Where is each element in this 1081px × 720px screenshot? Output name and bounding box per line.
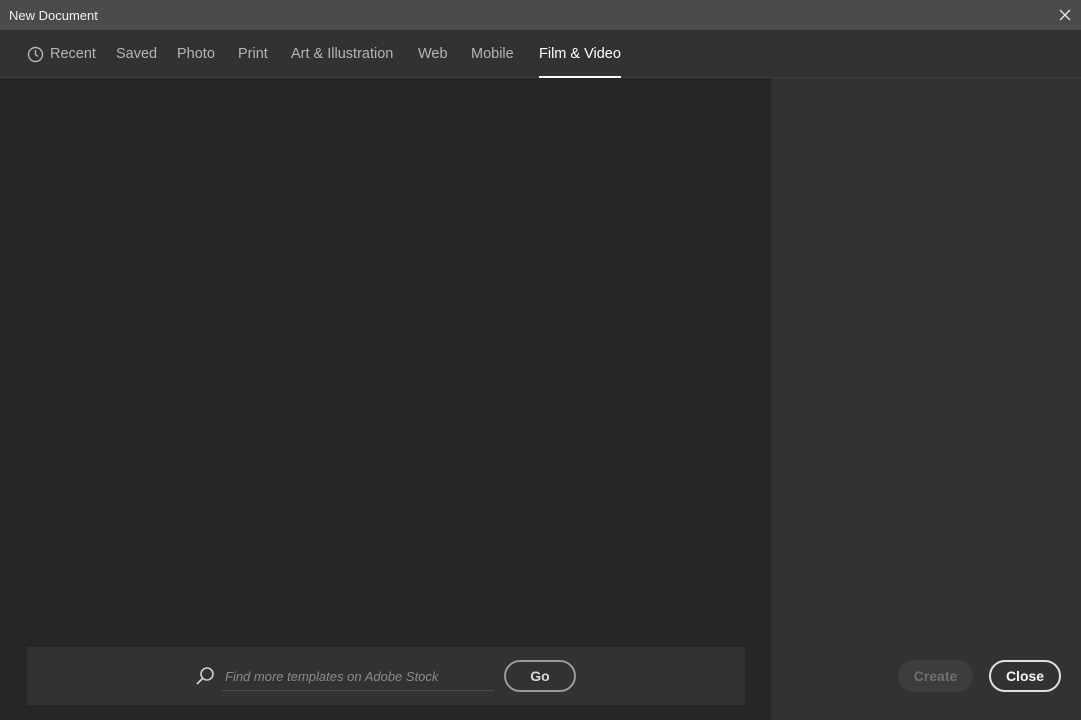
tab-saved[interactable]: Saved xyxy=(116,30,157,78)
go-button[interactable]: Go xyxy=(504,660,576,692)
tab-label: Art & Illustration xyxy=(291,46,394,62)
clock-icon xyxy=(27,46,44,63)
tab-web[interactable]: Web xyxy=(418,30,448,78)
tab-label: Film & Video xyxy=(539,46,621,62)
tab-label: Recent xyxy=(50,46,96,62)
title-bar: New Document xyxy=(0,0,1081,30)
tab-photo[interactable]: Photo xyxy=(177,30,215,78)
tab-label: Mobile xyxy=(471,46,514,62)
tab-film-video[interactable]: Film & Video xyxy=(539,30,621,78)
new-document-dialog: New Document Recent Saved Photo Print Ar… xyxy=(0,0,1081,720)
tab-label: Print xyxy=(238,46,268,62)
preset-details-panel xyxy=(771,78,1081,720)
template-gallery xyxy=(1,78,770,720)
window-title: New Document xyxy=(9,8,98,23)
tab-recent[interactable]: Recent xyxy=(27,30,96,78)
create-button[interactable]: Create xyxy=(898,660,973,692)
close-icon xyxy=(1059,9,1071,21)
tab-label: Saved xyxy=(116,46,158,62)
search-icon xyxy=(196,667,214,685)
stock-search-bar: Go xyxy=(27,647,745,705)
tab-label: Web xyxy=(418,46,448,62)
preset-tabs: Recent Saved Photo Print Art & Illustrat… xyxy=(0,30,1081,78)
tab-art-illustration[interactable]: Art & Illustration xyxy=(291,30,393,78)
close-button[interactable]: Close xyxy=(989,660,1061,692)
tab-print[interactable]: Print xyxy=(238,30,268,78)
tab-mobile[interactable]: Mobile xyxy=(471,30,514,78)
stock-search-input[interactable] xyxy=(222,663,494,691)
tab-label: Photo xyxy=(177,46,215,62)
window-close-button[interactable] xyxy=(1053,3,1077,27)
